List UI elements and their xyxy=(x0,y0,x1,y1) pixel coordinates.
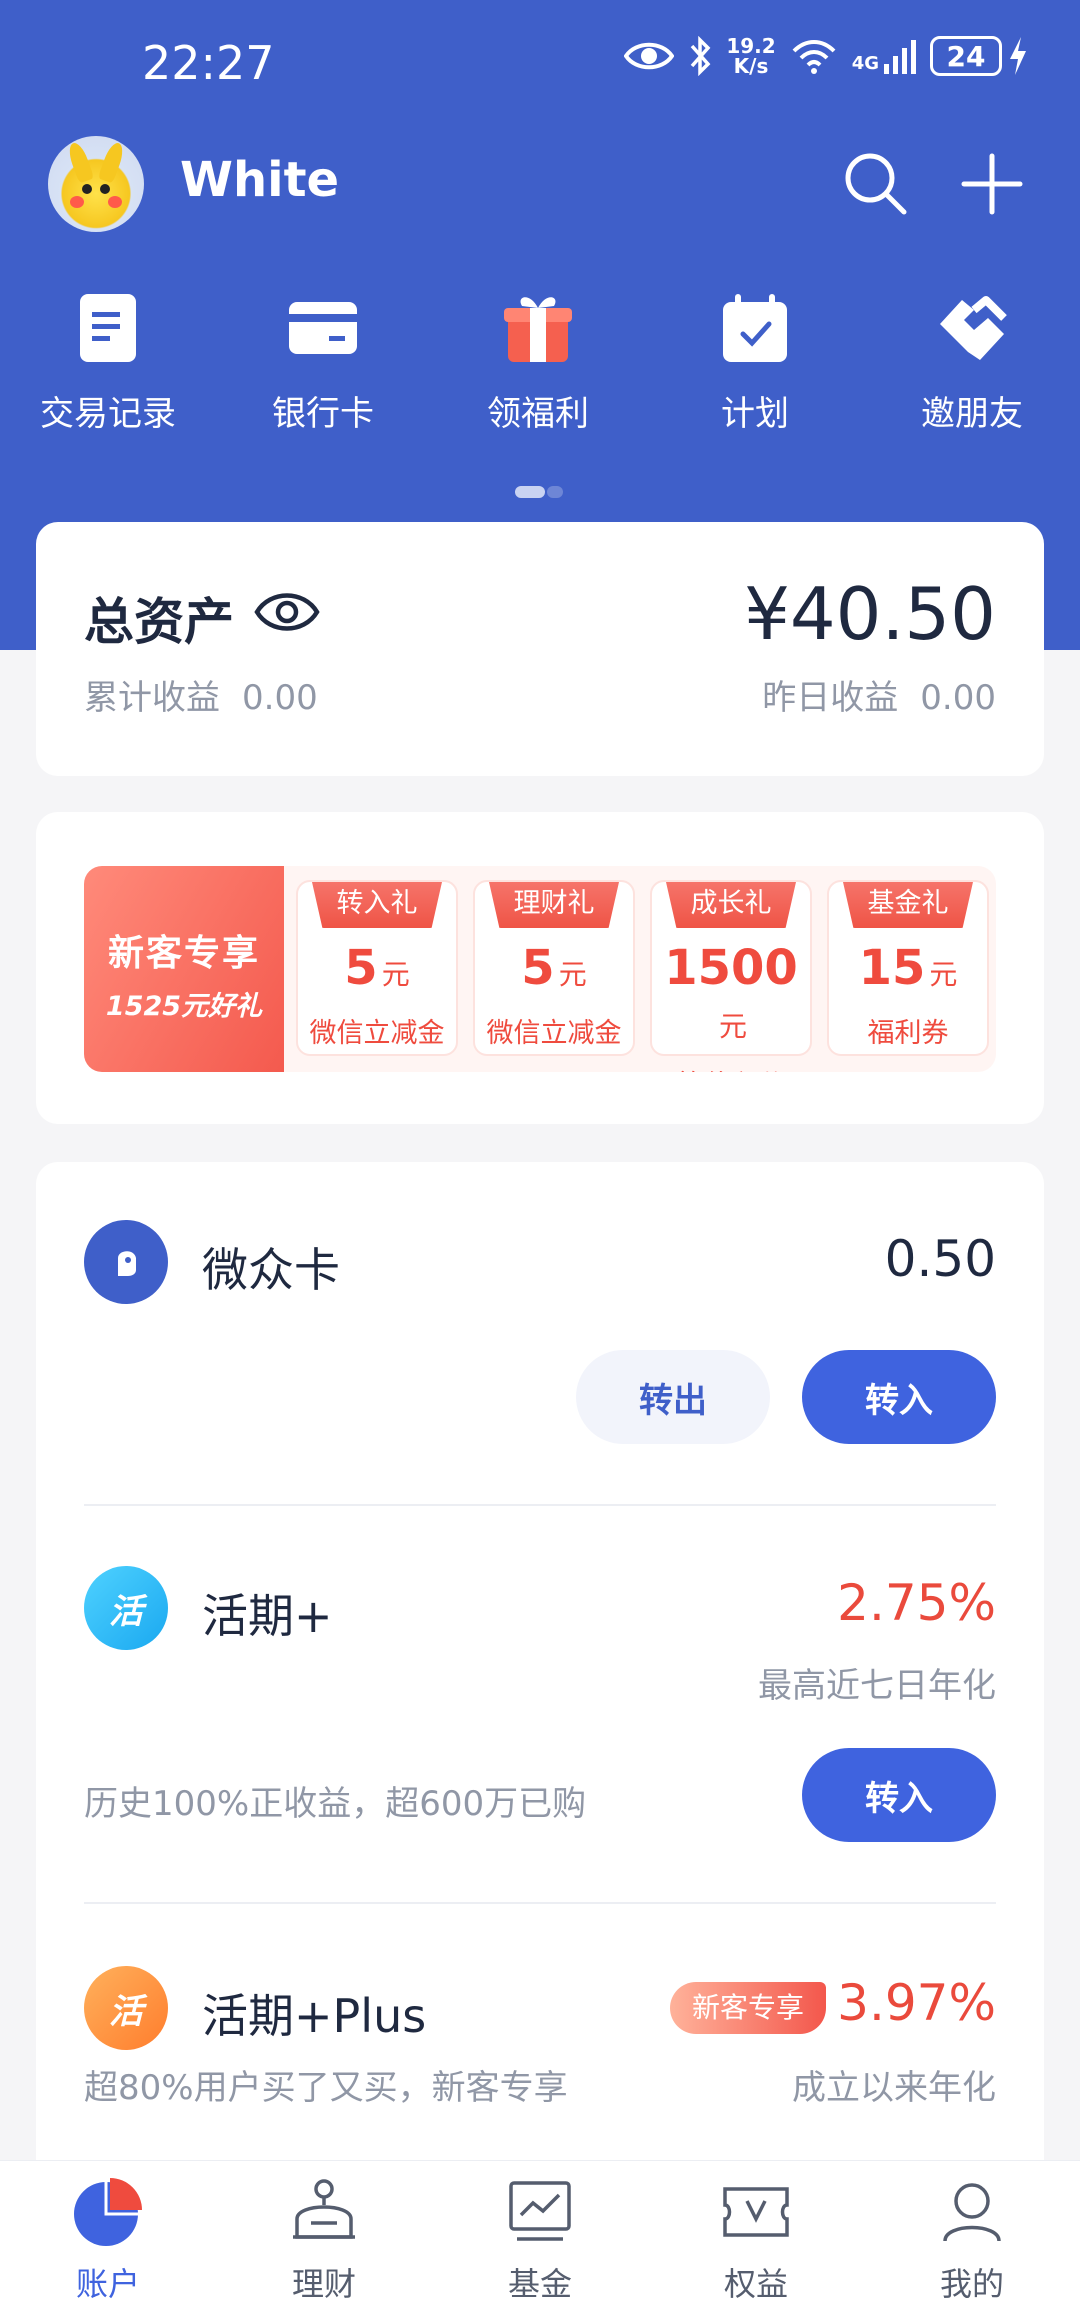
eye-icon[interactable] xyxy=(254,582,320,642)
status-time: 22:27 xyxy=(142,36,275,90)
quick-action-benefits[interactable]: 领福利 xyxy=(443,290,633,435)
plus-icon[interactable] xyxy=(958,150,1026,218)
huoqi-plus-rate-desc: 成立以来年化 xyxy=(792,2068,996,2108)
huoqi-rate-desc: 最高近七日年化 xyxy=(758,1666,996,1706)
avatar[interactable] xyxy=(48,136,144,232)
total-assets-card[interactable]: 总资产 ¥40.50 累计收益 0.00 昨日收益 0.00 xyxy=(36,522,1044,776)
gift-item[interactable]: 理财礼 5元 微信立减金 xyxy=(473,880,635,1056)
eye-icon xyxy=(624,42,675,70)
network-type: 4G xyxy=(851,53,879,74)
huoqi-note: 历史100%正收益，超600万已购 xyxy=(84,1784,587,1824)
gift-item[interactable]: 转入礼 5元 微信立减金 xyxy=(296,880,458,1056)
cumulative-income: 累计收益 0.00 xyxy=(84,678,318,718)
new-customer-banner[interactable]: 新客专享 1525元好礼 转入礼 5元 微信立减金 理财礼 5元 微信立减金 成… xyxy=(84,866,996,1072)
new-customer-badge: 新客专享 xyxy=(670,1982,827,2034)
deposit-button[interactable]: 转入 xyxy=(802,1350,996,1444)
bottom-navigation: 账户 理财 基金 权益 我的 xyxy=(0,2160,1080,2310)
weizhong-card-balance: 0.50 xyxy=(884,1230,996,1288)
username[interactable]: White xyxy=(180,152,339,208)
withdraw-button[interactable]: 转出 xyxy=(576,1350,770,1444)
nav-wealth[interactable]: 理财 xyxy=(234,2175,414,2305)
quick-action-plan[interactable]: 计划 xyxy=(660,290,850,435)
huoqi-plus-note: 超80%用户买了又买，新客专享 xyxy=(84,2068,568,2108)
promo-headline: 新客专享 1525元好礼 xyxy=(84,866,284,1072)
handshake-icon xyxy=(940,296,1007,360)
weizhong-card-name[interactable]: 微众卡 xyxy=(202,1234,340,1300)
gift-icon xyxy=(504,297,572,362)
yesterday-income: 昨日收益 0.00 xyxy=(762,678,996,718)
huoqi-plus-rate: 3.97% xyxy=(837,1974,996,2032)
search-icon[interactable] xyxy=(842,150,910,218)
total-assets-amount: ¥40.50 xyxy=(744,572,996,656)
huoqi-plus-name[interactable]: 活期+Plus xyxy=(202,1980,426,2046)
piggy-bank-icon xyxy=(293,2179,355,2239)
battery-level: 24 xyxy=(930,36,1002,76)
calendar-check-icon xyxy=(723,294,787,362)
huoqi-icon: 活 xyxy=(84,1566,168,1650)
huoqi-deposit-button[interactable]: 转入 xyxy=(802,1748,996,1842)
huoqi-plus-icon: 活 xyxy=(84,1966,168,2050)
weizhong-card-icon xyxy=(84,1220,168,1304)
divider xyxy=(84,1504,996,1506)
app-header: White xyxy=(0,130,1080,240)
user-icon xyxy=(943,2183,1001,2242)
pie-chart-icon xyxy=(74,2178,142,2246)
total-assets-title: 总资产 xyxy=(84,593,234,651)
bluetooth-icon xyxy=(691,36,711,76)
quick-action-bank-card[interactable]: 银行卡 xyxy=(228,290,418,435)
nav-benefits[interactable]: 权益 xyxy=(666,2175,846,2305)
nav-fund[interactable]: 基金 xyxy=(450,2175,630,2305)
gift-item[interactable]: 基金礼 15 元 福利券 xyxy=(827,880,989,1056)
battery-indicator: 24 xyxy=(930,36,1028,76)
net-speed: 19.2 K/s xyxy=(726,34,776,78)
charging-icon xyxy=(1010,37,1026,75)
signal-indicator: 4G xyxy=(852,38,916,74)
quick-actions: 交易记录 银行卡 领福利 计划 邀朋友 xyxy=(0,290,1080,450)
trend-chart-icon xyxy=(509,2181,571,2241)
quick-action-transactions[interactable]: 交易记录 xyxy=(13,290,203,435)
nav-mine[interactable]: 我的 xyxy=(882,2175,1062,2305)
nav-account[interactable]: 账户 xyxy=(18,2175,198,2305)
new-customer-promo-card: 新客专享 1525元好礼 转入礼 5元 微信立减金 理财礼 5元 微信立减金 成… xyxy=(36,812,1044,1124)
quick-action-invite[interactable]: 邀朋友 xyxy=(877,290,1067,435)
status-icons: 19.2 K/s 4G 24 xyxy=(624,36,1028,76)
page-indicator xyxy=(515,486,563,498)
huoqi-name[interactable]: 活期+ xyxy=(202,1580,333,1646)
status-bar: 22:27 19.2 K/s 4G 24 xyxy=(0,0,1080,120)
bank-card-icon xyxy=(289,302,357,354)
divider xyxy=(84,1902,996,1904)
gift-item[interactable]: 成长礼 1500元 等价积分 xyxy=(650,880,812,1072)
document-icon xyxy=(80,294,136,362)
wifi-icon xyxy=(792,40,836,74)
signal-icon xyxy=(884,40,916,74)
accounts-card: 微众卡 0.50 转出 转入 活 活期+ 2.75% 最高近七日年化 历史100… xyxy=(36,1162,1044,2182)
huoqi-rate: 2.75% xyxy=(837,1574,996,1632)
voucher-icon xyxy=(723,2187,789,2237)
